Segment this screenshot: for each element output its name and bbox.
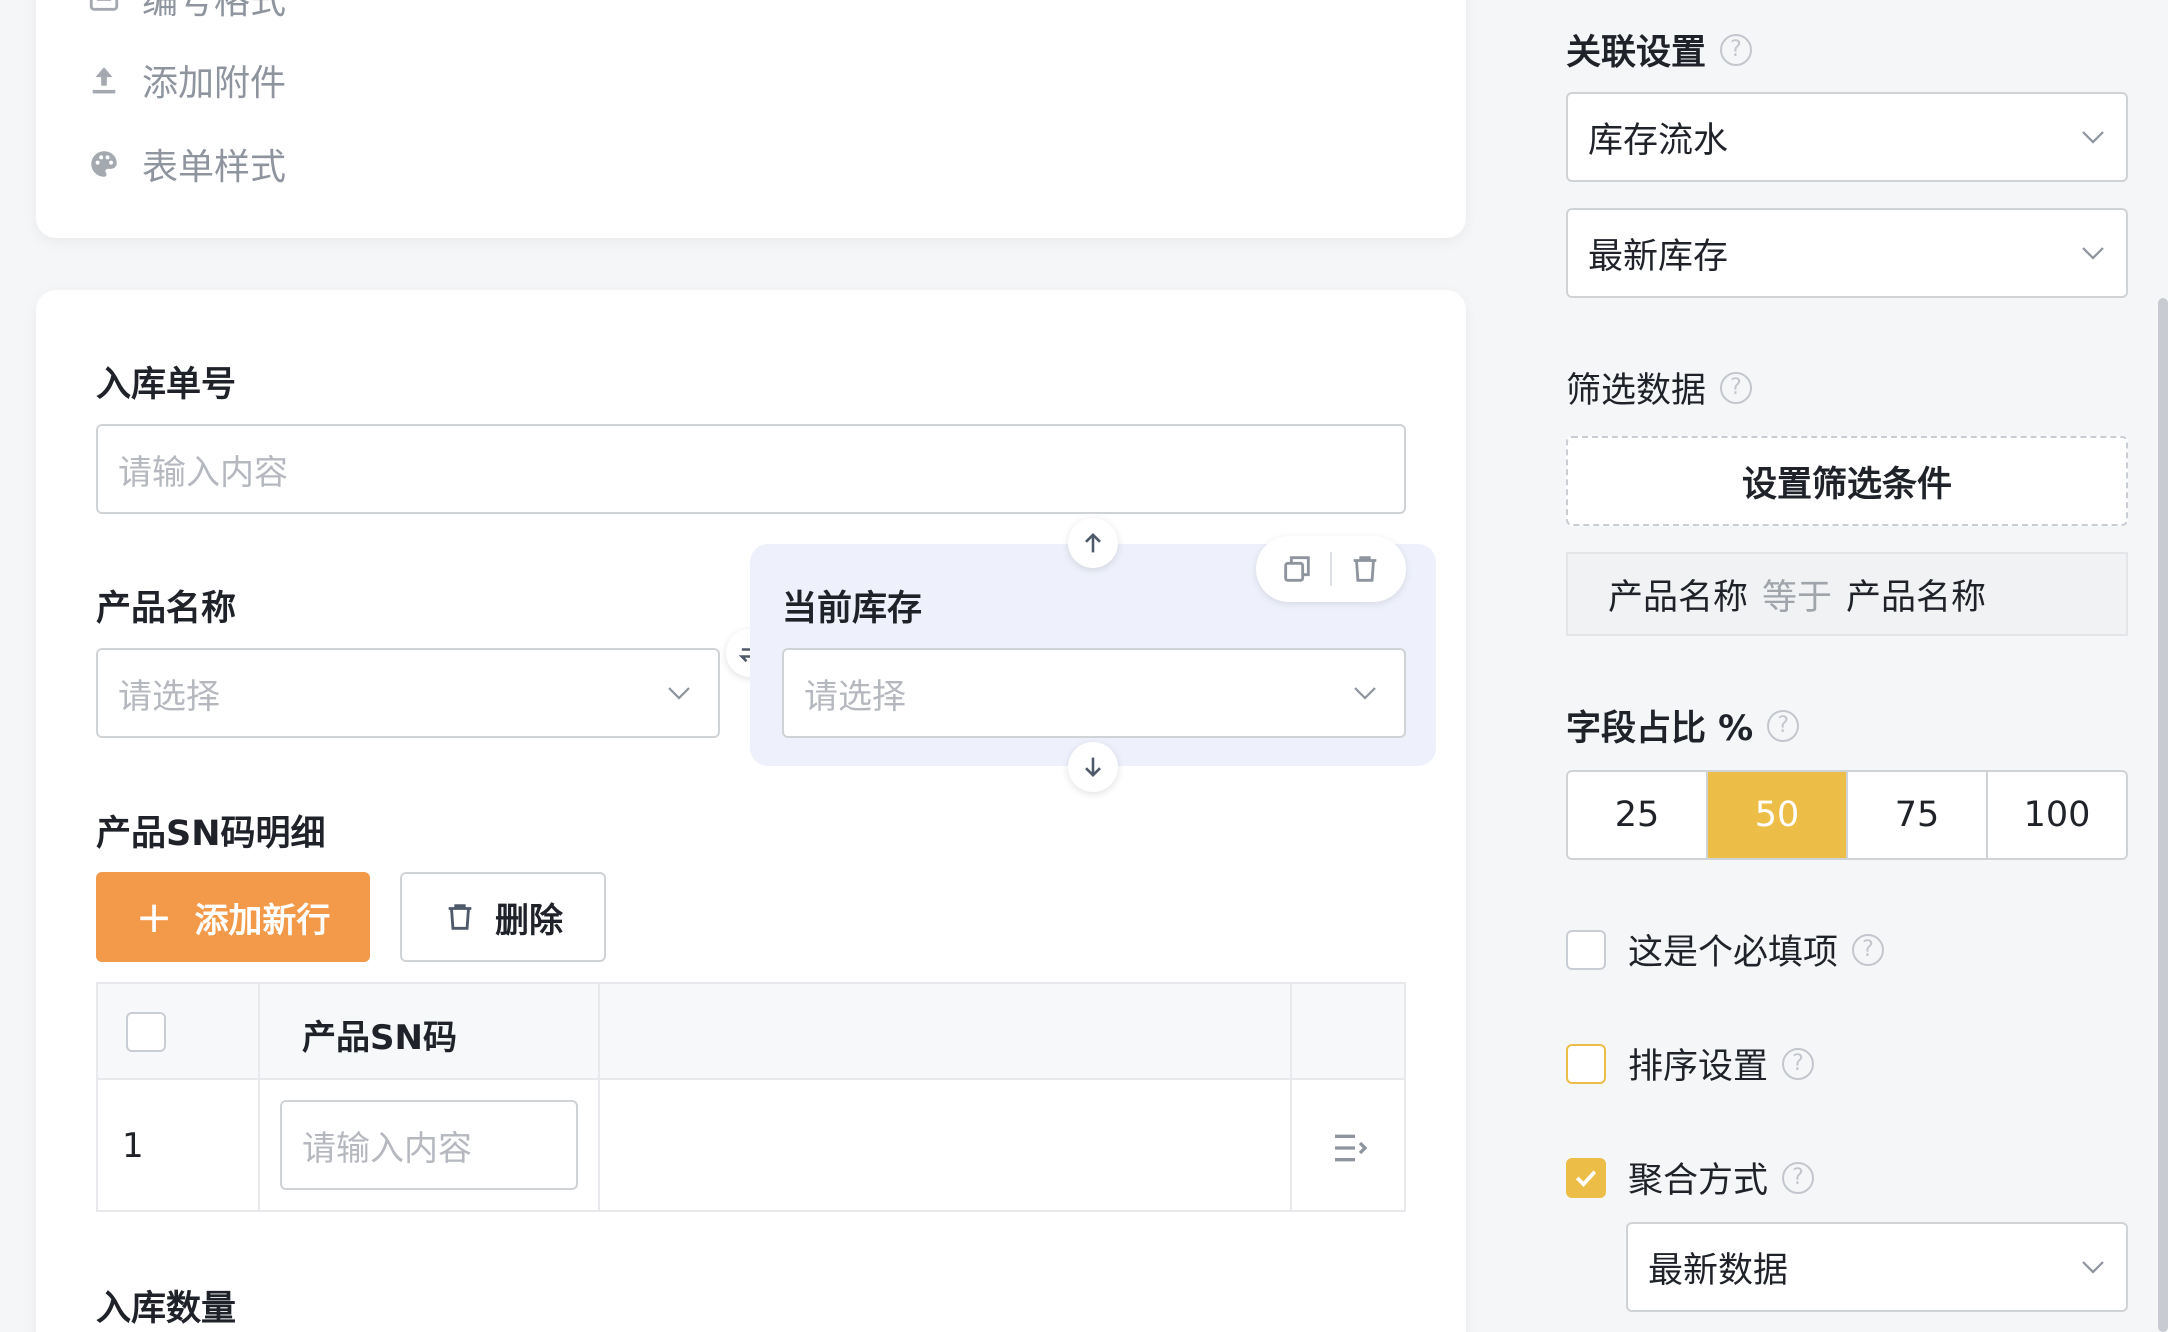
product-name-label: 产品名称 <box>96 589 237 629</box>
toolbar-divider <box>1330 552 1332 586</box>
chevron-down-icon <box>1354 687 1376 700</box>
relation-settings-text: 关联设置 <box>1566 33 1707 73</box>
aggregate-option[interactable]: 聚合方式 ? <box>1566 1152 1815 1203</box>
aggregate-label: 聚合方式 <box>1628 1161 1769 1201</box>
input-placeholder: 请输入内容 <box>302 1128 472 1169</box>
set-filter-button[interactable]: 设置筛选条件 <box>1566 436 2128 526</box>
width-option-100[interactable]: 100 <box>1988 772 2126 858</box>
filter-condition[interactable]: 产品名称 等于 产品名称 <box>1566 552 2128 636</box>
trash-icon <box>448 904 472 930</box>
column-divider <box>1290 984 1292 1210</box>
width-option-50[interactable]: 50 <box>1708 772 1848 858</box>
panel-scrollbar[interactable] <box>2158 298 2168 1332</box>
condition-left: 产品名称 <box>1608 577 1749 618</box>
arrow-down-icon <box>1085 757 1101 777</box>
help-icon[interactable]: ? <box>1767 709 1800 742</box>
help-icon[interactable]: ? <box>1720 371 1753 404</box>
delete-row-button[interactable]: 删除 <box>400 872 606 962</box>
relation-settings-label: 关联设置 ? <box>1566 24 1753 75</box>
plus-icon: + <box>135 891 173 943</box>
menu-item-form-style[interactable]: 表单样式 <box>84 134 286 194</box>
required-option[interactable]: 这是个必填项 ? <box>1566 924 1885 975</box>
relation-field-select[interactable]: 最新库存 <box>1566 208 2128 298</box>
relation-source-select[interactable]: 库存流水 <box>1566 92 2128 182</box>
field-width-segmented: 25 50 75 100 <box>1566 770 2128 860</box>
field-toolbar <box>1256 536 1406 602</box>
condition-right: 产品名称 <box>1846 577 1987 618</box>
move-up-button[interactable] <box>1068 518 1118 568</box>
palette-icon <box>84 144 124 184</box>
sort-checkbox[interactable] <box>1566 1043 1606 1084</box>
chevron-down-icon <box>2082 247 2104 260</box>
inbound-no-label: 入库单号 <box>96 365 237 405</box>
aggregate-checkbox[interactable] <box>1566 1157 1606 1198</box>
selected-value: 库存流水 <box>1588 120 1729 161</box>
required-checkbox[interactable] <box>1566 929 1606 970</box>
input-placeholder: 请输入内容 <box>118 452 288 493</box>
menu-item-label: 编号格式 <box>142 0 287 22</box>
help-icon[interactable]: ? <box>1852 933 1885 966</box>
add-row-button[interactable]: + 添加新行 <box>96 872 370 962</box>
delete-row-label: 删除 <box>495 900 563 941</box>
menu-item-label: 添加附件 <box>142 63 287 104</box>
condition-operator: 等于 <box>1762 577 1833 618</box>
sn-detail-label: 产品SN码明细 <box>96 814 326 854</box>
row-detail-icon[interactable] <box>1330 1128 1370 1168</box>
filter-data-label: 筛选数据 ? <box>1566 362 1753 413</box>
field-width-text: 字段占比 % <box>1566 709 1754 749</box>
arrow-up-icon <box>1085 533 1101 553</box>
chevron-down-icon <box>2082 131 2104 144</box>
inbound-qty-label: 入库数量 <box>96 1289 237 1329</box>
product-name-select[interactable]: 请选择 <box>96 648 720 738</box>
help-icon[interactable]: ? <box>1782 1047 1815 1080</box>
chevron-down-icon <box>668 687 690 700</box>
check-icon <box>1575 1169 1597 1187</box>
width-option-25[interactable]: 25 <box>1568 772 1708 858</box>
sort-option[interactable]: 排序设置 ? <box>1566 1038 1815 1089</box>
move-down-button[interactable] <box>1068 742 1118 792</box>
menu-item-add-attachment[interactable]: 添加附件 <box>84 50 286 110</box>
select-all-checkbox[interactable] <box>126 1012 166 1052</box>
chevron-down-icon <box>2082 1261 2104 1274</box>
table-header-row <box>98 984 1404 1080</box>
required-label: 这是个必填项 <box>1628 933 1839 973</box>
inbound-no-input[interactable]: 请输入内容 <box>96 424 1406 514</box>
sn-code-input[interactable]: 请输入内容 <box>280 1100 578 1190</box>
column-header-sn: 产品SN码 <box>302 1018 457 1058</box>
sn-detail-table: 产品SN码 1 请输入内容 <box>96 982 1406 1212</box>
select-placeholder: 请选择 <box>804 676 906 717</box>
upload-icon <box>84 60 124 100</box>
filter-data-text: 筛选数据 <box>1566 371 1707 411</box>
selected-value: 最新库存 <box>1588 236 1729 277</box>
sort-label: 排序设置 <box>1628 1047 1769 1087</box>
column-divider <box>598 984 600 1210</box>
selected-value: 最新数据 <box>1648 1250 1789 1291</box>
select-placeholder: 请选择 <box>118 676 220 717</box>
number-format-icon <box>84 0 124 18</box>
current-stock-select[interactable]: 请选择 <box>782 648 1406 738</box>
add-row-label: 添加新行 <box>194 900 331 941</box>
column-divider <box>258 984 260 1210</box>
row-index: 1 <box>122 1126 144 1166</box>
menu-item-number-format[interactable]: 编号格式 <box>84 0 286 28</box>
trash-icon[interactable] <box>1348 552 1382 586</box>
menu-item-label: 表单样式 <box>142 147 287 188</box>
current-stock-label: 当前库存 <box>782 589 923 629</box>
copy-icon[interactable] <box>1280 552 1314 586</box>
field-width-label: 字段占比 % ? <box>1566 700 1800 751</box>
settings-menu-card <box>36 0 1466 238</box>
help-icon[interactable]: ? <box>1782 1161 1815 1194</box>
aggregate-method-select[interactable]: 最新数据 <box>1626 1222 2128 1312</box>
width-option-75[interactable]: 75 <box>1848 772 1988 858</box>
help-icon[interactable]: ? <box>1720 33 1753 66</box>
